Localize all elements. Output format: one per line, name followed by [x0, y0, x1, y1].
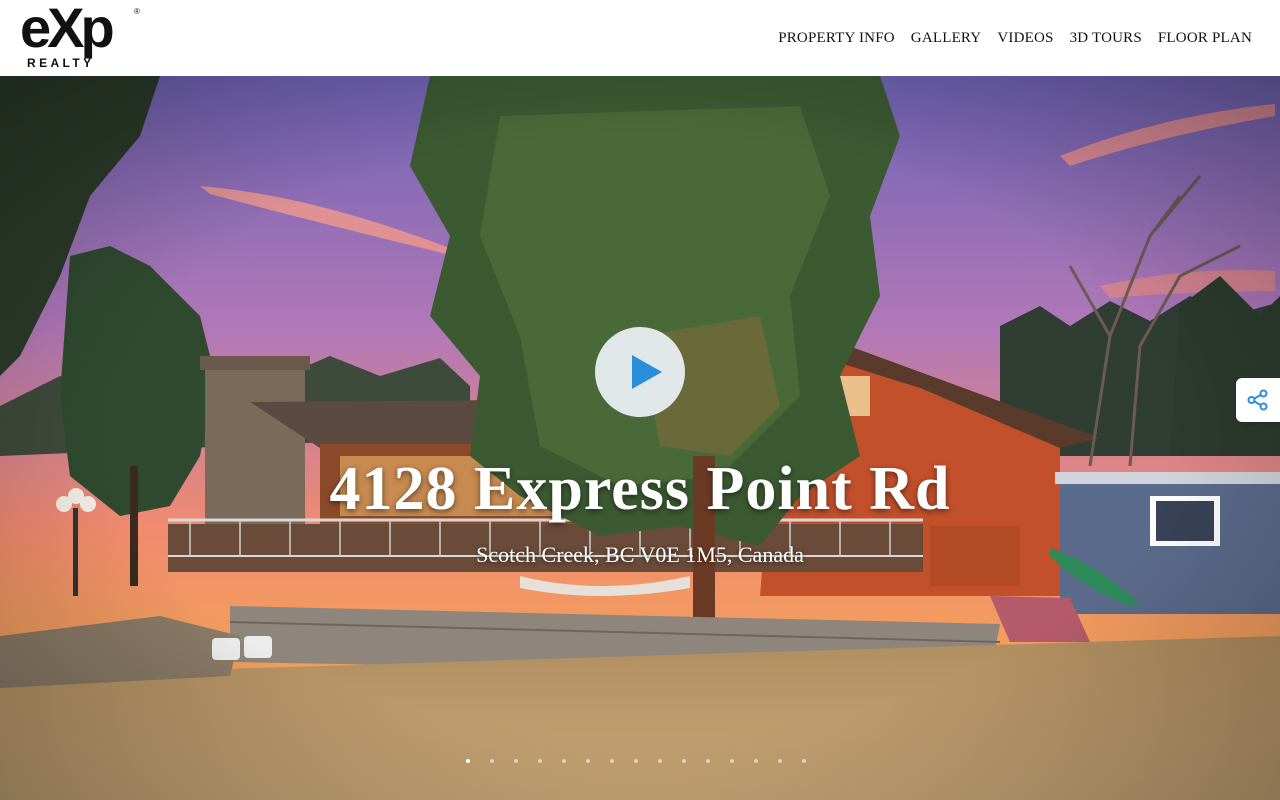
- property-location-subtitle: Scotch Creek, BC V0E 1M5, Canada: [476, 542, 804, 567]
- slide-dot[interactable]: [658, 759, 662, 763]
- slide-indicator: [466, 759, 806, 763]
- logo-mark: eXp: [20, 0, 115, 59]
- slide-dot[interactable]: [490, 759, 494, 763]
- nav-gallery[interactable]: GALLERY: [911, 30, 982, 47]
- nav-floor-plan[interactable]: FLOOR PLAN: [1158, 30, 1252, 47]
- logo-registered-mark: ®: [134, 7, 140, 16]
- slide-dot[interactable]: [562, 759, 566, 763]
- share-icon: [1247, 389, 1268, 411]
- slide-dot[interactable]: [730, 759, 734, 763]
- play-icon: [632, 355, 662, 389]
- slide-dot[interactable]: [514, 759, 518, 763]
- hero-photo: [0, 76, 1280, 800]
- main-nav: PROPERTY INFO GALLERY VIDEOS 3D TOURS FL…: [778, 30, 1252, 47]
- exp-realty-logo[interactable]: eXp ® REALTY: [20, 0, 144, 72]
- property-address-title: 4128 Express Point Rd: [329, 455, 951, 523]
- slide-dot[interactable]: [466, 759, 470, 763]
- slide-dot[interactable]: [682, 759, 686, 763]
- slide-dot[interactable]: [754, 759, 758, 763]
- slide-dot[interactable]: [802, 759, 806, 763]
- slide-dot[interactable]: [706, 759, 710, 763]
- share-button[interactable]: [1236, 378, 1280, 422]
- nav-property-info[interactable]: PROPERTY INFO: [778, 30, 895, 47]
- slide-dot[interactable]: [538, 759, 542, 763]
- nav-3d-tours[interactable]: 3D TOURS: [1070, 30, 1142, 47]
- slide-dot[interactable]: [610, 759, 614, 763]
- slide-dot[interactable]: [778, 759, 782, 763]
- play-video-button[interactable]: [595, 327, 685, 417]
- nav-videos[interactable]: VIDEOS: [997, 30, 1053, 47]
- logo-subtitle: REALTY: [27, 56, 95, 70]
- slide-dot[interactable]: [634, 759, 638, 763]
- hero-section: 4128 Express Point Rd Scotch Creek, BC V…: [0, 76, 1280, 800]
- slide-dot[interactable]: [586, 759, 590, 763]
- site-header: eXp ® REALTY PROPERTY INFO GALLERY VIDEO…: [0, 0, 1280, 76]
